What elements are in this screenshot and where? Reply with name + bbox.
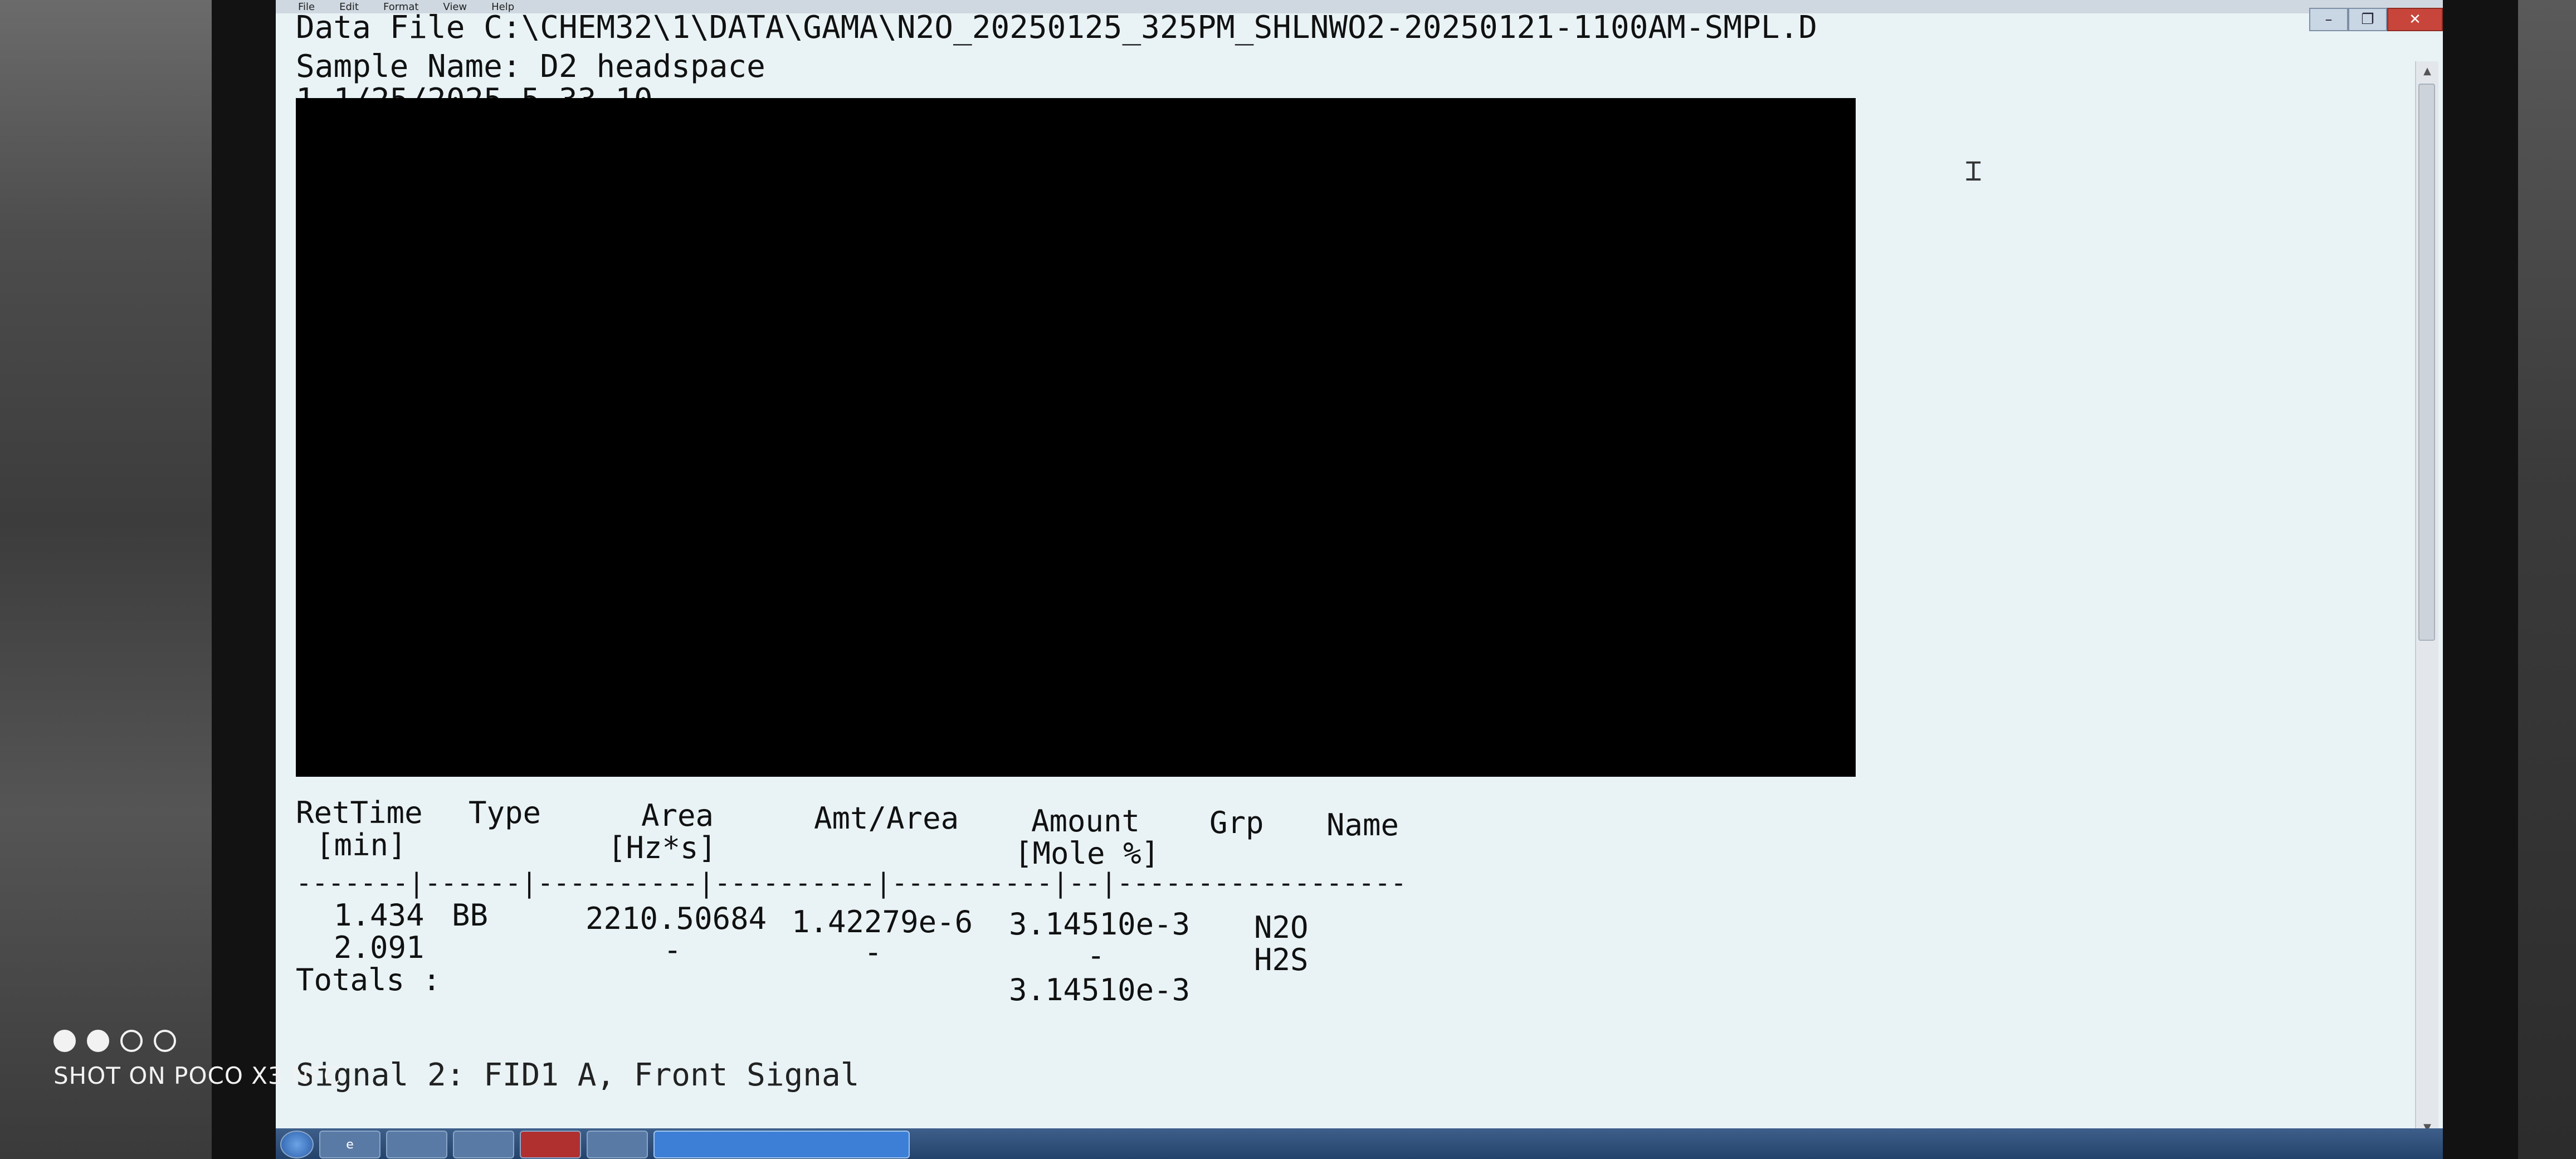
header-name: Name [1326,807,1399,843]
watermark-text: SHOT ON POCO X3 NFC [53,1062,341,1089]
row1-area: 2210.50684 [586,901,767,936]
camera-watermark: SHOT ON POCO X3 NFC [53,1030,340,1089]
row2-rettime: 2.091 [334,930,425,965]
taskbar-notepad-active[interactable] [653,1131,910,1158]
data-file-line: Data File C:\CHEM32\1\DATA\GAMA\N2O_2025… [296,9,1817,46]
taskbar-ie-icon[interactable]: e [319,1131,380,1158]
taskbar-app-icon[interactable] [453,1131,514,1158]
row1-name: N2O [1254,910,1309,945]
header-amount-unit: [Mole %] [1014,836,1160,871]
row1-amt-area: 1.42279e-6 [792,904,973,939]
header-area-unit: [Hz*s] [608,830,717,865]
vertical-scrollbar[interactable]: ▲ ▼ [2415,61,2438,1137]
watermark-dots [53,1030,340,1052]
header-rettime: RetTime [296,795,423,830]
monitor-screen: File Edit Format View Help – ❐ ✕ Data Fi… [276,0,2443,1159]
watermark-dot [154,1030,176,1052]
header-type: Type [469,795,541,830]
row1-type: BB [452,898,489,933]
row1-rettime: 1.434 [334,898,425,933]
row2-area: - [663,932,682,967]
watermark-dot [53,1030,76,1052]
taskbar-pdf-icon[interactable] [520,1131,581,1158]
header-amount: Amount [1031,803,1140,839]
header-grp: Grp [1209,805,1264,840]
watermark-dot [87,1030,109,1052]
totals-label: Totals : [296,962,441,997]
watermark-dot [120,1030,143,1052]
row2-amount: - [1087,938,1105,973]
header-area: Area [641,798,714,833]
scroll-up-icon[interactable]: ▲ [2416,61,2438,80]
row1-amount: 3.14510e-3 [1009,907,1191,942]
report-text-area[interactable]: Data File C:\CHEM32\1\DATA\GAMA\N2O_2025… [296,6,2407,1120]
row2-name: H2S [1254,942,1309,977]
scroll-thumb[interactable] [2418,84,2435,641]
row2-amt-area: - [864,934,882,970]
table-separator: -------|------|----------|----------|---… [296,868,1407,899]
text-cursor-icon: Ɪ [1966,156,1981,187]
sample-name-line: Sample Name: D2 headspace [296,48,765,85]
header-amt-area: Amt/Area [814,801,959,836]
header-rettime-unit: [min] [316,827,407,863]
redaction-block [296,98,1856,777]
taskbar-explorer-icon[interactable] [386,1131,447,1158]
start-button-icon[interactable] [280,1131,314,1158]
signal-line: Signal 2: FID1 A, Front Signal [296,1057,860,1093]
taskbar-chemstation-icon[interactable] [587,1131,648,1158]
taskbar: e [276,1128,2443,1159]
totals-amount: 3.14510e-3 [1009,972,1191,1007]
